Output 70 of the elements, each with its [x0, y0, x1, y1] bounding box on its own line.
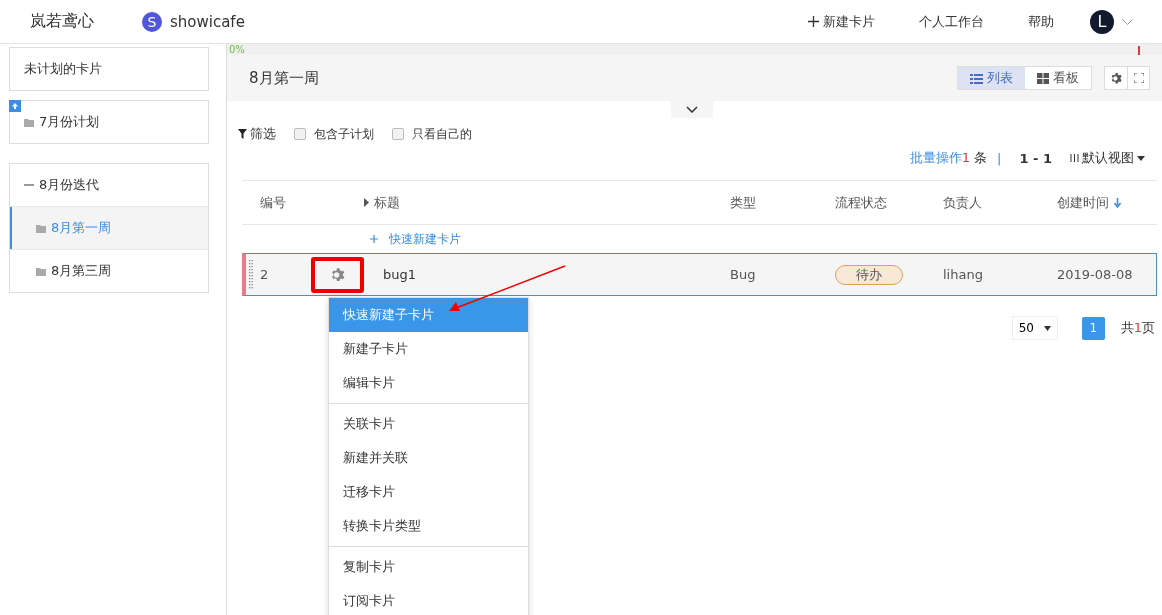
drag-handle-icon[interactable]	[249, 260, 253, 290]
page-size-dropdown[interactable]: 50	[1011, 316, 1058, 340]
new-card-link[interactable]: 新建卡片	[808, 12, 875, 31]
progress-label: 0%	[229, 44, 245, 55]
quick-add-link[interactable]: 快速新建卡片	[370, 230, 461, 248]
filter-checkbox[interactable]: 包含子计划	[294, 125, 374, 143]
sidebar-label: 8月第三周	[51, 262, 112, 280]
column-header[interactable]: 流程状态	[835, 193, 943, 212]
range-text: 1 - 1	[1019, 150, 1052, 166]
gear-icon	[329, 266, 346, 283]
folder-icon	[24, 117, 34, 127]
expand-corners-icon	[1133, 73, 1144, 83]
menu-item[interactable]: 转换卡片类型	[329, 509, 528, 543]
menu-item[interactable]: 复制卡片	[329, 550, 528, 584]
menu-item[interactable]: 新建并关联	[329, 441, 528, 475]
list-icon	[970, 72, 983, 84]
caret-down-icon	[1137, 155, 1145, 161]
user-avatar[interactable]: L	[1090, 9, 1114, 34]
selected-count: 1 条	[961, 149, 988, 167]
table-cell-text: 2	[260, 267, 270, 282]
table-row[interactable]: 2 bug1 Bug 待办 lihang 2019-08-08	[242, 253, 1157, 296]
logo: S	[142, 11, 162, 32]
column-header[interactable]: 类型	[730, 193, 835, 212]
sidebar-label: 未计划的卡片	[24, 60, 102, 78]
plan-title: 8月第一周	[249, 68, 319, 88]
view-dropdown[interactable]: 默认视图	[1070, 149, 1145, 167]
columns-icon	[1070, 153, 1079, 163]
caret-right-icon[interactable]	[364, 198, 369, 207]
menu-item[interactable]: 订阅卡片	[329, 584, 528, 615]
column-header[interactable]: 创建时间	[1057, 193, 1157, 212]
filter-checkbox[interactable]: 只看自己的	[392, 125, 472, 143]
brand-name: 岚若鸢心	[30, 11, 94, 32]
sidebar-label: 8月第一周	[51, 219, 112, 237]
sidebar-label: 8月份迭代	[39, 176, 100, 194]
collapse-toggle[interactable]	[671, 101, 713, 118]
menu-item[interactable]: 迁移卡片	[329, 475, 528, 509]
column-header[interactable]: 负责人	[943, 193, 1057, 212]
board-view-tab[interactable]: 看板	[1025, 67, 1091, 89]
filter-label[interactable]: 筛选	[238, 125, 276, 143]
settings-button[interactable]	[1105, 67, 1127, 89]
table-cell-text: 2019-08-08	[1057, 267, 1134, 282]
chevron-down-icon[interactable]	[1122, 18, 1133, 25]
header-link[interactable]: 帮助	[1028, 12, 1054, 31]
column-header[interactable]: 标题	[364, 193, 730, 212]
menu-item[interactable]: 新建子卡片	[329, 332, 528, 366]
plus-icon	[808, 16, 819, 27]
header-link[interactable]: 个人工作台	[919, 12, 984, 31]
menu-item[interactable]: 关联卡片	[329, 407, 528, 441]
chevron-down-icon	[686, 106, 698, 113]
product-name: showicafe	[170, 12, 245, 31]
page-total: 共1页	[1120, 319, 1155, 337]
folder-icon	[36, 266, 46, 276]
table-cell-text: Bug	[730, 267, 757, 282]
separator-text: |	[997, 150, 1002, 166]
plus-icon	[370, 235, 378, 243]
sidebar-label: 7月份计划	[39, 113, 100, 131]
status-tag: 待办	[835, 264, 903, 285]
table-cell-text: bug1	[382, 267, 417, 282]
list-view-tab[interactable]: 列表	[958, 67, 1025, 89]
table-cell-text: lihang	[943, 267, 984, 282]
folder-icon	[36, 223, 46, 233]
grid-icon	[1037, 72, 1049, 84]
caret-down-icon	[1043, 325, 1051, 331]
column-header[interactable]: 编号	[260, 193, 311, 212]
batch-link[interactable]: 批量操作	[909, 149, 962, 167]
row-settings-button[interactable]	[311, 256, 364, 293]
settings-icon	[1109, 71, 1123, 85]
menu-item[interactable]: 编辑卡片	[329, 366, 528, 400]
filter-icon	[238, 129, 247, 139]
progress-marker	[1138, 46, 1140, 55]
